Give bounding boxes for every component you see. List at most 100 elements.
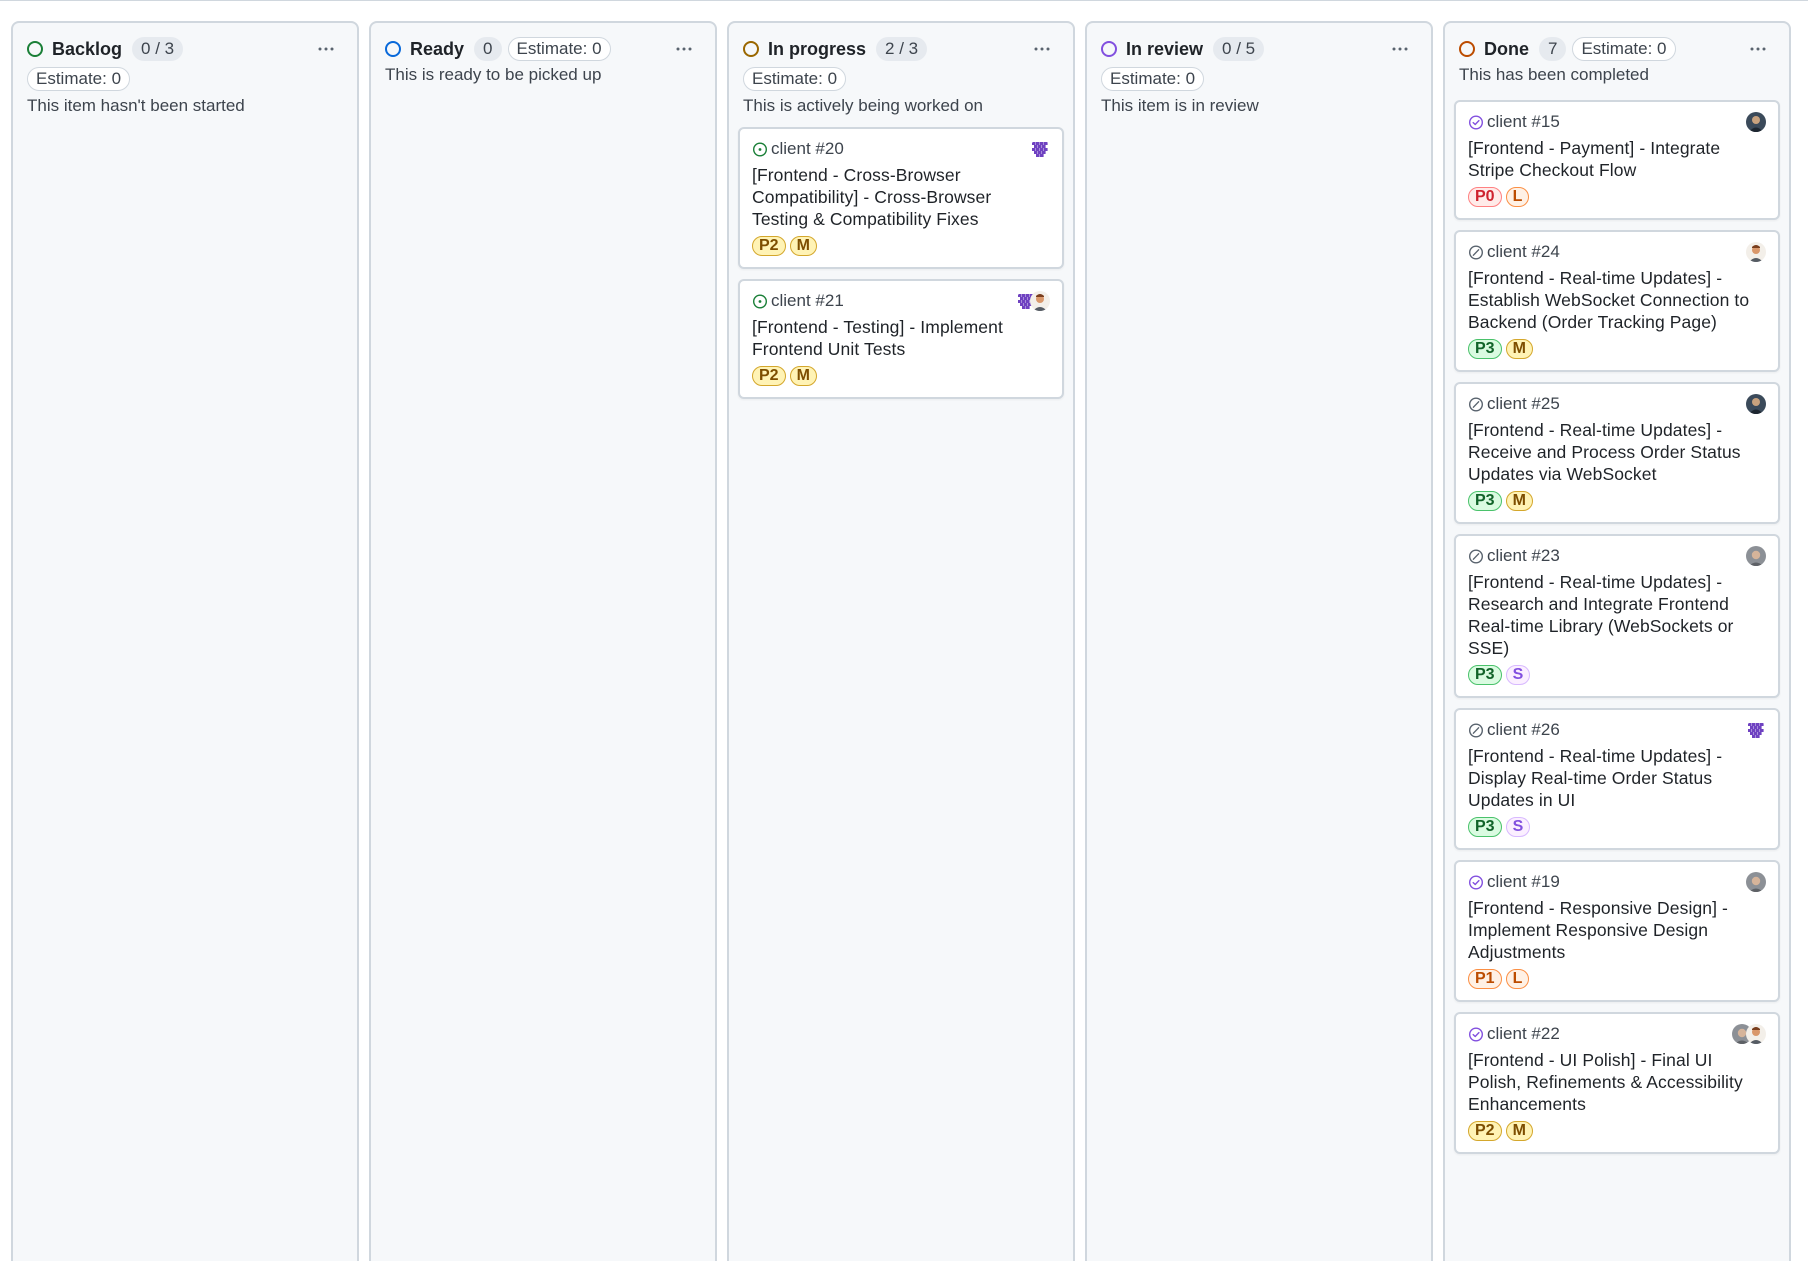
status-circle-icon (1459, 41, 1475, 57)
issue-reference-link[interactable]: client #26 (1487, 720, 1560, 740)
issue-card[interactable]: client #15 [Frontend - Payment] - Integra… (1454, 100, 1780, 220)
kebab-horizontal-icon (1392, 47, 1408, 51)
issue-title[interactable]: [Frontend - Cross-Browser Compatibility]… (752, 164, 1050, 230)
label-l[interactable]: L (1505, 969, 1530, 989)
issue-reference-link[interactable]: client #25 (1487, 394, 1560, 414)
column-description: This item hasn't been started (27, 96, 245, 115)
label-p3[interactable]: P3 (1468, 665, 1502, 685)
issue-card[interactable]: client #24 [Frontend - Real-time Updates]… (1454, 230, 1780, 372)
issue-title[interactable]: [Frontend - Real-time Updates] - Establi… (1468, 267, 1766, 333)
label-m[interactable]: M (1505, 1121, 1533, 1141)
label-s[interactable]: S (1505, 817, 1531, 837)
label-p3[interactable]: P3 (1468, 817, 1502, 837)
issue-title[interactable]: [Frontend - Responsive Design] - Impleme… (1468, 897, 1766, 963)
assignee-avatars[interactable] (1746, 394, 1766, 414)
label-m[interactable]: M (1505, 491, 1533, 511)
item-count-badge: 7 (1539, 37, 1567, 61)
label-p2[interactable]: P2 (752, 236, 786, 256)
assignee-avatars[interactable] (1746, 242, 1766, 262)
column-menu-button[interactable] (311, 37, 341, 61)
card-list: client #20 [Frontend - Cross-Browser Comp… (729, 118, 1073, 399)
person-avatar-dark[interactable] (1746, 394, 1766, 414)
label-l[interactable]: L (1505, 187, 1530, 207)
issue-reference-link[interactable]: client #24 (1487, 242, 1560, 262)
column-menu-button[interactable] (1743, 37, 1773, 61)
label-p2[interactable]: P2 (1468, 1121, 1502, 1141)
issue-card[interactable]: client #23 [Frontend - Real-time Updates]… (1454, 534, 1780, 698)
issue-reference-link[interactable]: client #19 (1487, 872, 1560, 892)
issue-card[interactable]: client #21 [Frontend - Testing] - Impleme… (738, 279, 1064, 399)
column-title-row: In progress 2 / 3 (743, 36, 1057, 62)
label-p3[interactable]: P3 (1468, 339, 1502, 359)
person-avatar-grey[interactable] (1746, 546, 1766, 566)
status-circle-icon (385, 41, 401, 57)
person-avatar-dark[interactable] (1746, 112, 1766, 132)
estimate-badge: Estimate: 0 (1572, 37, 1676, 61)
label-s[interactable]: S (1505, 665, 1531, 685)
column-header: Backlog 0 / 3 Estimate: 0 This item hasn't … (13, 23, 357, 118)
assignee-avatars[interactable] (1732, 1024, 1766, 1044)
issue-open-icon (752, 294, 768, 309)
pixel-purple-avatar[interactable] (1746, 720, 1766, 740)
issue-card[interactable]: client #22 [Frontend - UI Polish] - Final… (1454, 1012, 1780, 1154)
issue-title[interactable]: [Frontend - Real-time Updates] - Receive… (1468, 419, 1766, 485)
issue-open-icon (752, 142, 768, 157)
project-board: Backlog 0 / 3 Estimate: 0 This item hasn't … (11, 21, 1791, 1261)
issue-title[interactable]: [Frontend - UI Polish] - Final UI Polish… (1468, 1049, 1766, 1115)
label-m[interactable]: M (789, 236, 817, 256)
assignee-avatars[interactable] (1016, 291, 1050, 311)
column-menu-button[interactable] (669, 37, 699, 61)
estimate-badge: Estimate: 0 (1101, 67, 1205, 91)
person-avatar-grey[interactable] (1746, 872, 1766, 892)
label-p3[interactable]: P3 (1468, 491, 1502, 511)
estimate-badge: Estimate: 0 (27, 67, 131, 91)
column-in-progress: In progress 2 / 3 Estimate: 0 This is activ… (727, 21, 1075, 1261)
issue-reference-link[interactable]: client #23 (1487, 546, 1560, 566)
column-menu-button[interactable] (1027, 37, 1057, 61)
label-p1[interactable]: P1 (1468, 969, 1502, 989)
card-header: client #22 (1468, 1023, 1766, 1045)
pixel-purple-avatar[interactable] (1030, 139, 1050, 159)
assignee-avatars[interactable] (1746, 720, 1766, 740)
person-avatar-orange[interactable] (1746, 242, 1766, 262)
card-labels: P3 M (1468, 339, 1766, 359)
assignee-avatars[interactable] (1746, 872, 1766, 892)
card-list (13, 118, 357, 127)
column-description: This has been completed (1459, 65, 1649, 84)
card-labels: P1 L (1468, 969, 1766, 989)
column-ready: Ready 0 Estimate: 0 This is ready to be pic… (369, 21, 717, 1261)
column-description: This is ready to be picked up (385, 65, 602, 84)
issue-reference-link[interactable]: client #22 (1487, 1024, 1560, 1044)
column-name: Backlog (52, 38, 123, 59)
issue-closed-icon (1468, 1027, 1484, 1042)
item-count-badge: 0 / 3 (132, 37, 184, 61)
issue-not-planned-icon (1468, 245, 1484, 260)
card-labels: P2 M (1468, 1121, 1766, 1141)
assignee-avatars[interactable] (1746, 112, 1766, 132)
issue-title[interactable]: [Frontend - Real-time Updates] - Researc… (1468, 571, 1766, 659)
issue-card[interactable]: client #19 [Frontend - Responsive Design]… (1454, 860, 1780, 1002)
estimate-row: Estimate: 0 (1101, 67, 1415, 91)
label-m[interactable]: M (1505, 339, 1533, 359)
assignee-avatars[interactable] (1746, 546, 1766, 566)
issue-card[interactable]: client #25 [Frontend - Real-time Updates]… (1454, 382, 1780, 524)
item-count-badge: 2 / 3 (876, 37, 928, 61)
label-p0[interactable]: P0 (1468, 187, 1502, 207)
issue-card[interactable]: client #20 [Frontend - Cross-Browser Comp… (738, 127, 1064, 269)
kebab-horizontal-icon (1034, 47, 1050, 51)
issue-title[interactable]: [Frontend - Testing] - Implement Fronten… (752, 316, 1050, 360)
issue-title[interactable]: [Frontend - Real-time Updates] - Display… (1468, 745, 1766, 811)
assignee-avatars[interactable] (1030, 139, 1050, 159)
status-circle-icon (743, 41, 759, 57)
issue-reference-link[interactable]: client #21 (771, 291, 844, 311)
issue-reference-link[interactable]: client #15 (1487, 112, 1560, 132)
column-menu-button[interactable] (1385, 37, 1415, 61)
label-m[interactable]: M (789, 366, 817, 386)
issue-reference-link[interactable]: client #20 (771, 139, 844, 159)
person-avatar-orange[interactable] (1030, 291, 1050, 311)
issue-title[interactable]: [Frontend - Payment] - Integrate Stripe … (1468, 137, 1766, 181)
column-description: This is actively being worked on (743, 96, 984, 115)
person-avatar-orange[interactable] (1746, 1024, 1766, 1044)
label-p2[interactable]: P2 (752, 366, 786, 386)
issue-card[interactable]: client #26 [Frontend - Real-time Updates]… (1454, 708, 1780, 850)
